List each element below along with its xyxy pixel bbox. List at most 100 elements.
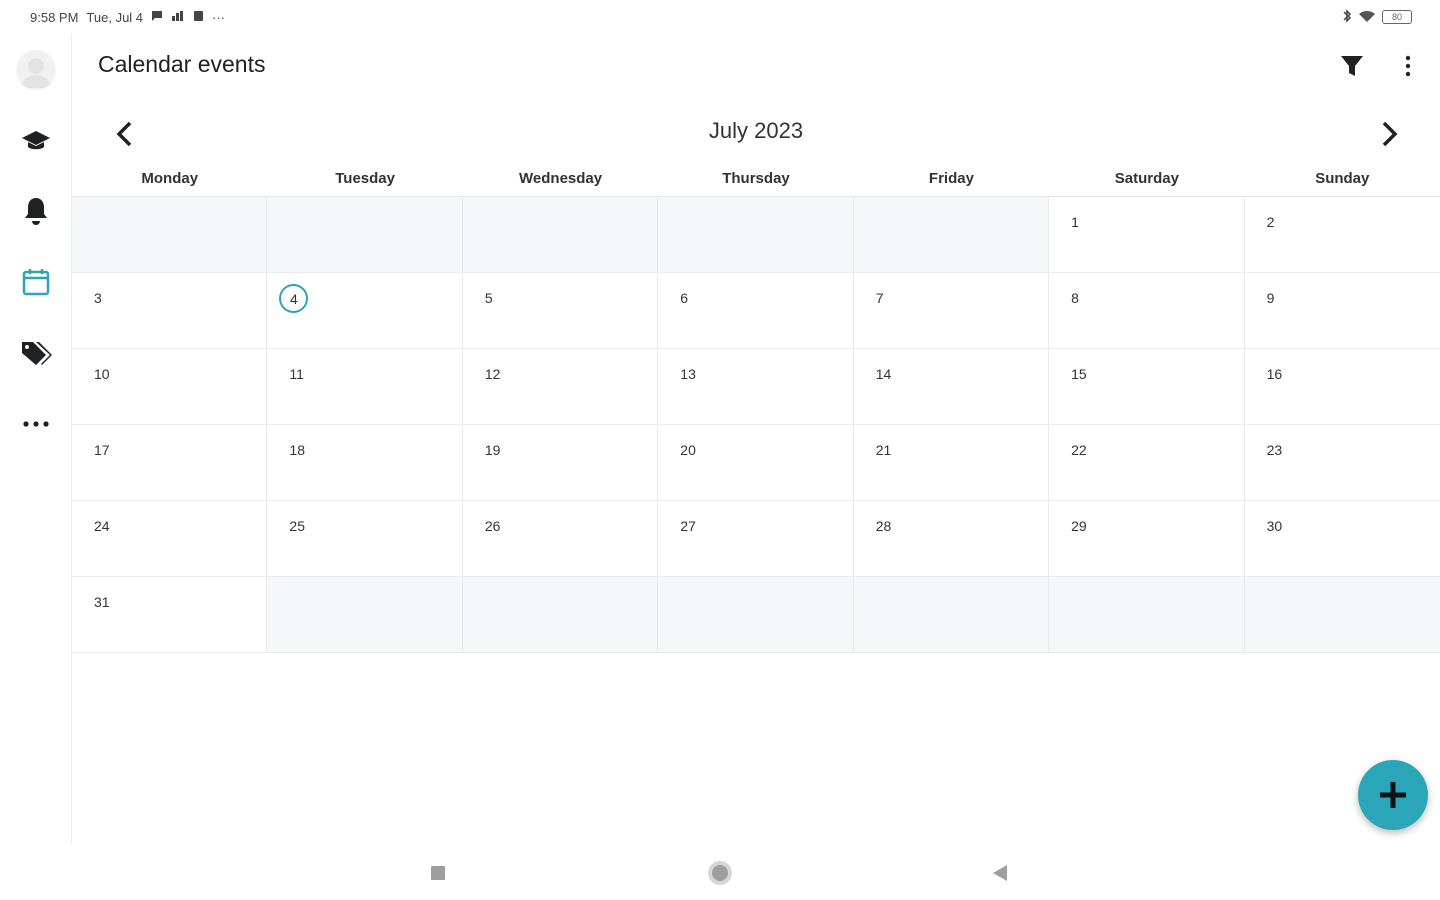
day-number: 9 (1266, 290, 1275, 306)
month-navigation: July 2023 (72, 104, 1440, 160)
today-day-number: 4 (279, 284, 309, 313)
calendar-day-cell[interactable]: 2 (1244, 197, 1440, 273)
calendar-empty-cell (462, 197, 659, 273)
calendar-day-cell[interactable]: 8 (1049, 273, 1245, 349)
day-number: 29 (1071, 518, 1087, 534)
calendar-empty-cell (1244, 577, 1440, 653)
plus-icon (1380, 782, 1406, 808)
day-number: 5 (484, 290, 493, 306)
calendar-day-cell[interactable]: 27 (658, 501, 854, 577)
calendar-day-cell[interactable]: 30 (1244, 501, 1440, 577)
calendar-day-cell[interactable]: 14 (853, 349, 1050, 425)
calendar-day-cell[interactable]: 1 (1049, 197, 1245, 273)
calendar-day-cell[interactable]: 29 (1049, 501, 1245, 577)
graduation-cap-icon (22, 131, 50, 150)
system-navigation-bar (0, 844, 1440, 900)
day-number: 28 (875, 518, 892, 534)
calendar-day-cell[interactable]: 7 (853, 273, 1050, 349)
calendar-empty-cell (658, 577, 854, 653)
overflow-menu-button[interactable] (1390, 48, 1426, 84)
calendar-day-cell[interactable]: 31 (72, 577, 268, 653)
calendar-day-cell[interactable]: 28 (853, 501, 1050, 577)
status-bar: 9:58 PM Tue, Jul 4 ··· 80 (0, 0, 1440, 34)
rail-item-calendar[interactable] (16, 262, 56, 302)
weekday-header: Wednesday (519, 170, 603, 187)
day-number: 10 (94, 366, 110, 382)
calendar-day-cell[interactable]: 15 (1049, 349, 1245, 425)
filter-icon (1341, 56, 1363, 76)
calendar-empty-cell (267, 577, 463, 653)
calendar-empty-cell (1049, 577, 1245, 653)
previous-month-button[interactable] (104, 114, 144, 154)
day-number: 24 (94, 518, 110, 534)
day-number: 13 (680, 366, 696, 382)
calendar-day-cell[interactable]: 26 (462, 501, 659, 577)
calendar-day-cell[interactable]: 22 (1049, 425, 1245, 501)
day-number: 15 (1071, 366, 1087, 382)
calendar-day-cell[interactable]: 23 (1244, 425, 1440, 501)
back-button[interactable] (985, 858, 1015, 888)
notification-chart-icon (171, 10, 185, 25)
calendar-empty-cell (462, 577, 659, 653)
day-number: 1 (1071, 214, 1079, 230)
chevron-right-icon (1382, 121, 1398, 147)
calendar-day-cell[interactable]: 12 (462, 349, 659, 425)
next-month-button[interactable] (1370, 114, 1410, 154)
back-triangle-icon (993, 865, 1007, 881)
recents-button[interactable] (423, 858, 453, 888)
page-title: Calendar events (98, 51, 266, 77)
rail-item-more[interactable] (16, 404, 56, 444)
calendar-day-cell[interactable]: 11 (267, 349, 463, 425)
day-number: 18 (289, 442, 305, 458)
rail-item-tags[interactable] (16, 333, 56, 373)
rail-item-notifications[interactable] (16, 191, 56, 231)
more-horizontal-icon (23, 421, 49, 427)
day-number: 22 (1071, 442, 1087, 458)
status-more-text: ··· (212, 9, 226, 25)
day-number: 2 (1266, 214, 1275, 230)
calendar-day-cell[interactable]: 19 (462, 425, 659, 501)
month-grid: 1 2 3 4 5 6 7 8 9 10 11 12 13 14 15 16 17 18 19 20 21 22 23 24 2… (72, 196, 1440, 653)
calendar-day-cell[interactable]: 5 (462, 273, 659, 349)
calendar-day-cell[interactable]: 21 (853, 425, 1050, 501)
chevron-left-icon (116, 121, 132, 147)
day-number: 23 (1266, 442, 1283, 458)
calendar-day-cell[interactable]: 9 (1244, 273, 1440, 349)
calendar-empty-cell (658, 197, 854, 273)
navigation-rail (0, 34, 72, 844)
calendar-empty-cell (853, 197, 1050, 273)
calendar-empty-cell (72, 197, 268, 273)
day-number: 7 (875, 290, 884, 306)
day-number: 12 (484, 366, 501, 382)
day-number: 8 (1071, 290, 1079, 306)
day-number: 19 (484, 442, 501, 458)
calendar-day-cell[interactable]: 20 (658, 425, 854, 501)
calendar-day-cell[interactable]: 6 (658, 273, 854, 349)
day-number: 25 (289, 518, 305, 534)
day-number: 21 (875, 442, 892, 458)
home-button[interactable] (705, 858, 735, 888)
day-number: 27 (680, 518, 696, 534)
day-number: 17 (94, 442, 110, 458)
calendar-day-cell[interactable]: 10 (72, 349, 268, 425)
battery-icon: 80 (1382, 10, 1412, 24)
day-number: 26 (484, 518, 501, 534)
status-left: 9:58 PM Tue, Jul 4 ··· (30, 10, 225, 25)
calendar-day-cell[interactable]: 13 (658, 349, 854, 425)
home-circle-icon (708, 861, 732, 885)
calendar-day-cell[interactable]: 18 (267, 425, 463, 501)
status-date: Tue, Jul 4 (86, 9, 144, 25)
filter-button[interactable] (1334, 48, 1370, 84)
calendar-day-cell[interactable]: 4 (267, 273, 463, 349)
add-event-button[interactable] (1358, 760, 1428, 830)
day-number: 30 (1266, 518, 1283, 534)
weekday-header: Monday (141, 170, 199, 187)
calendar-day-cell[interactable]: 24 (72, 501, 268, 577)
day-number: 3 (94, 290, 102, 306)
calendar-day-cell[interactable]: 17 (72, 425, 268, 501)
rail-item-courses[interactable] (16, 120, 56, 160)
calendar-day-cell[interactable]: 25 (267, 501, 463, 577)
calendar-day-cell[interactable]: 16 (1244, 349, 1440, 425)
calendar-day-cell[interactable]: 3 (72, 273, 268, 349)
avatar[interactable] (16, 50, 56, 90)
